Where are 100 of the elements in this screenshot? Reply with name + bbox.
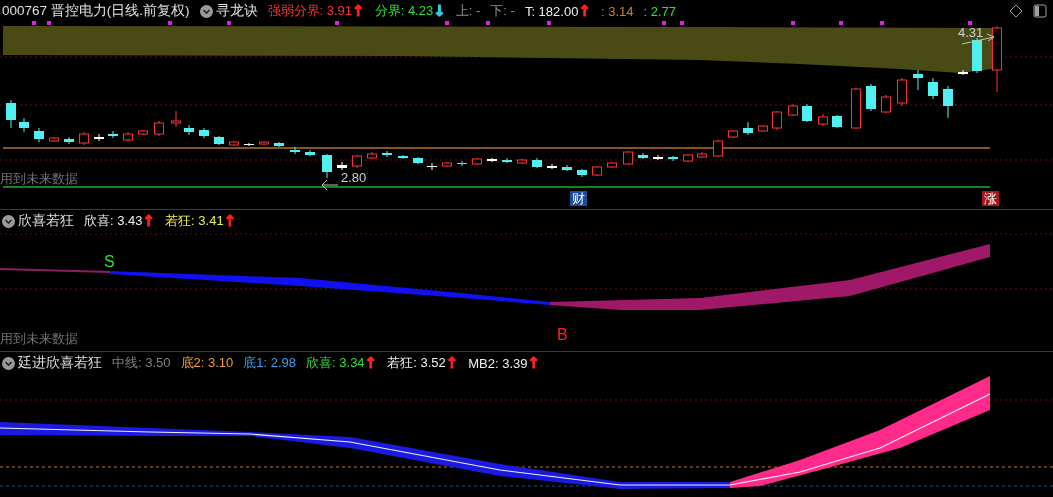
candlestick <box>171 110 181 128</box>
indicator-reading: 中线: 3.50 <box>112 354 171 372</box>
candlestick <box>607 161 617 169</box>
indicator-reading: 底2: 3.10 <box>180 354 234 372</box>
candlestick <box>897 77 907 107</box>
candlestick <box>992 25 1002 93</box>
candlestick <box>772 110 782 131</box>
candlestick <box>413 156 423 165</box>
candlestick <box>547 163 557 170</box>
indicator-reading: 底1: 2.98 <box>243 354 297 372</box>
candlestick <box>577 168 587 178</box>
indicator-reading: 若狂: 3.52 <box>387 354 446 372</box>
signal-label: B <box>557 327 568 343</box>
indicator-reading: 若狂: 3.41 <box>165 212 224 230</box>
candlestick <box>367 151 377 160</box>
candlestick <box>562 164 572 172</box>
trend-arrow: ↑ <box>223 213 237 229</box>
stock-title: 000767 晋控电力(日线.前复权) <box>2 2 190 20</box>
candlestick <box>818 113 828 127</box>
candlestick <box>832 114 842 129</box>
candlestick <box>472 157 482 166</box>
trend-arrow: ↓ <box>433 3 446 19</box>
candlestick <box>728 129 738 139</box>
warning-text: 用到未来数据 <box>0 172 78 185</box>
candlestick <box>802 103 812 123</box>
dropdown-icon[interactable] <box>2 214 15 228</box>
candlestick <box>6 99 16 129</box>
event-badge: 财 <box>570 191 587 206</box>
candlestick <box>743 121 753 136</box>
indicator-reading: MB2: 3.39 <box>468 355 528 371</box>
candlestick <box>457 160 467 167</box>
candlestick <box>49 136 59 143</box>
indicator-reading: : 2.77 <box>643 3 677 19</box>
trend-arrow: ↑ <box>445 355 459 371</box>
trend-arrow: ↑ <box>527 355 541 371</box>
indicator-reading: 分界: 4.23 <box>374 2 434 20</box>
candlestick <box>108 130 118 139</box>
candlestick <box>398 154 408 160</box>
candlestick <box>881 94 891 114</box>
candlestick <box>943 85 953 119</box>
candlestick <box>138 129 148 136</box>
candlestick <box>697 151 707 159</box>
trend-arrow: ↑ <box>578 3 591 19</box>
indicator-reading: T: 182.00 <box>524 3 579 19</box>
candlestick <box>322 153 332 179</box>
warning-text: 用到未来数据 <box>0 332 78 345</box>
candlestick <box>259 140 269 146</box>
indicator-reading: 欣喜: 3.43 <box>84 212 143 230</box>
trend-arrow: ↑ <box>364 355 378 371</box>
candlestick <box>94 133 104 142</box>
candlestick <box>788 103 798 117</box>
trend-arrow: ↑ <box>352 3 365 19</box>
candlestick <box>154 120 164 137</box>
panel-layout-icon[interactable] <box>1033 4 1047 18</box>
candlestick <box>229 140 239 147</box>
candlestick <box>928 77 938 100</box>
candlestick <box>79 131 89 146</box>
candlestick <box>668 155 678 162</box>
candlestick <box>442 161 452 168</box>
indicator-reading: 上: - <box>455 2 481 20</box>
diamond-icon[interactable] <box>1009 4 1023 18</box>
indicator-reading: 下: - <box>490 2 515 20</box>
candlestick <box>913 69 923 91</box>
candlestick <box>199 127 209 139</box>
candlestick <box>64 136 74 145</box>
candlestick <box>958 69 968 76</box>
indicator-name: 欣喜若狂 <box>18 212 74 230</box>
candlestick <box>623 150 633 166</box>
candlestick <box>758 124 768 133</box>
indicator-name: 寻龙诀 <box>215 2 258 20</box>
candlestick <box>19 117 29 133</box>
candlestick <box>34 127 44 143</box>
indicator-name: 廷进欣喜若狂 <box>18 354 102 372</box>
indicator-reading: 强弱分界: 3.91 <box>267 2 353 20</box>
candlestick <box>427 162 437 171</box>
indicator-reading: : 3.14 <box>600 3 634 19</box>
price-label: 4.31 <box>958 26 984 39</box>
candlestick <box>866 83 876 112</box>
candlestick <box>502 157 512 164</box>
indicator-reading: 欣喜: 3.34 <box>306 354 365 372</box>
candlestick <box>532 157 542 169</box>
candlestick <box>337 161 347 171</box>
candlestick <box>352 154 362 169</box>
candlestick <box>517 158 527 165</box>
candlestick <box>290 146 300 155</box>
event-badge: 涨 <box>982 191 999 206</box>
candlestick <box>638 152 648 160</box>
candlestick <box>683 153 693 163</box>
candlestick <box>592 165 602 177</box>
candlestick <box>653 154 663 161</box>
candlestick <box>713 139 723 158</box>
trend-arrow: ↑ <box>142 213 156 229</box>
candlestick <box>382 150 392 158</box>
candlestick <box>972 37 982 74</box>
candlestick <box>851 87 861 130</box>
candlestick <box>305 149 315 157</box>
dropdown-icon[interactable] <box>2 356 15 370</box>
signal-label: S <box>104 254 115 270</box>
pointer-arrow-icon <box>321 179 339 191</box>
dropdown-icon[interactable] <box>199 4 213 18</box>
